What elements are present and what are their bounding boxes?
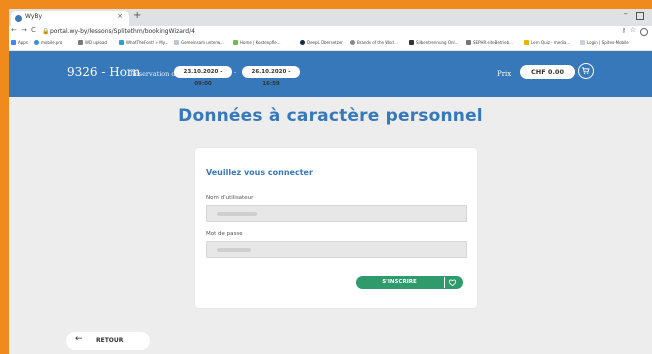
- cart-icon: [581, 67, 590, 75]
- app-header: 9326 - Horn Réservation du 23.10.2020 - …: [9, 51, 652, 97]
- profile-icon[interactable]: [640, 28, 648, 36]
- signup-label: S'INSCRIRE: [382, 279, 417, 285]
- bookmark-item[interactable]: Brands of the Worl...: [350, 40, 398, 45]
- bookmark-icon: [524, 40, 529, 45]
- date-end-pill[interactable]: 26.10.2020 - 16:59: [242, 66, 300, 87]
- bookmark-icon: [300, 40, 305, 45]
- bookmark-icon: [350, 40, 355, 45]
- browser-window: WyBy × + – ← → C 🔒 portal.wy-by/lessons/…: [9, 9, 652, 354]
- bookmark-item[interactable]: Apps: [11, 40, 28, 45]
- bookmark-icon: [78, 40, 83, 45]
- close-tab-icon[interactable]: ×: [117, 12, 123, 20]
- bookmark-item[interactable]: Home | Kostenpfle...: [233, 40, 281, 45]
- password-field[interactable]: [206, 241, 467, 258]
- date-separator: -: [234, 69, 237, 76]
- price-value: CHF 0.00: [520, 65, 575, 79]
- password-value-blurred: [217, 248, 251, 252]
- page-title: Données à caractère personnel: [178, 106, 483, 126]
- arrow-left-icon: ←: [75, 334, 83, 344]
- bookmark-icon: [174, 40, 179, 45]
- signup-divider: [444, 277, 445, 288]
- cart-button[interactable]: [578, 63, 594, 79]
- signup-button[interactable]: S'INSCRIRE: [356, 276, 463, 289]
- date-start-pill[interactable]: 23.10.2020 - 09:00: [174, 66, 232, 87]
- apps-icon: [11, 40, 16, 45]
- star-icon[interactable]: ☆: [630, 26, 636, 34]
- bookmark-icon: [119, 40, 124, 45]
- key-icon[interactable]: ⚷: [622, 27, 626, 34]
- back-icon[interactable]: ←: [11, 26, 17, 34]
- shield-heart-icon: [448, 279, 457, 287]
- username-label: Nom d'utilisateur: [206, 195, 254, 201]
- password-label: Mot de passe: [206, 231, 243, 237]
- bookmark-item[interactable]: SEPHR.siteBetrieb...: [466, 40, 513, 45]
- bookmarks-bar: Apps mobile.pro WD upload WhatTheFont! »…: [9, 38, 652, 51]
- bookmark-icon: [466, 40, 471, 45]
- url-field[interactable]: portal.wy-by/lessons/Splitethm/bookingWi…: [50, 28, 195, 35]
- username-value-blurred: [217, 212, 257, 216]
- reload-icon[interactable]: C: [31, 26, 36, 34]
- reservation-label: Réservation du: [130, 70, 180, 78]
- tab-title: WyBy: [25, 13, 43, 20]
- bookmark-item[interactable]: Login | Spitex-Mobile: [580, 40, 629, 45]
- price-label: Prix: [497, 70, 512, 78]
- login-card: Veuillez vous connecter Nom d'utilisateu…: [195, 148, 477, 308]
- bookmark-item[interactable]: DeepL Übersetzer: [300, 40, 343, 45]
- username-field[interactable]: [206, 205, 467, 222]
- bookmark-item[interactable]: WD upload: [78, 40, 107, 45]
- bookmark-item[interactable]: Silbentrennung Onl...: [409, 40, 458, 45]
- back-button[interactable]: ← RETOUR: [66, 332, 150, 350]
- lock-icon[interactable]: 🔒: [42, 28, 49, 35]
- minimize-button[interactable]: –: [624, 9, 629, 19]
- bookmark-icon: [409, 40, 414, 45]
- favicon-icon: [15, 15, 22, 22]
- bookmark-item[interactable]: Lern Quiz - media...: [524, 40, 570, 45]
- bookmark-item[interactable]: WhatTheFont! » My...: [119, 40, 168, 45]
- bookmark-item[interactable]: mobile.pro: [34, 40, 62, 45]
- bookmark-item[interactable]: Gemeinsam unterw...: [174, 40, 224, 45]
- maximize-button[interactable]: [636, 12, 644, 20]
- login-heading: Veuillez vous connecter: [206, 168, 313, 177]
- browser-tab[interactable]: WyBy ×: [11, 11, 129, 26]
- forward-icon[interactable]: →: [21, 26, 27, 34]
- bookmark-icon: [233, 40, 238, 45]
- address-bar: ← → C 🔒 portal.wy-by/lessons/Splitethm/b…: [9, 26, 652, 38]
- bookmark-icon: [34, 40, 39, 45]
- bookmark-icon: [580, 40, 585, 45]
- tab-strip: WyBy × + –: [9, 9, 652, 26]
- new-tab-button[interactable]: +: [133, 10, 141, 21]
- back-label: RETOUR: [96, 337, 124, 344]
